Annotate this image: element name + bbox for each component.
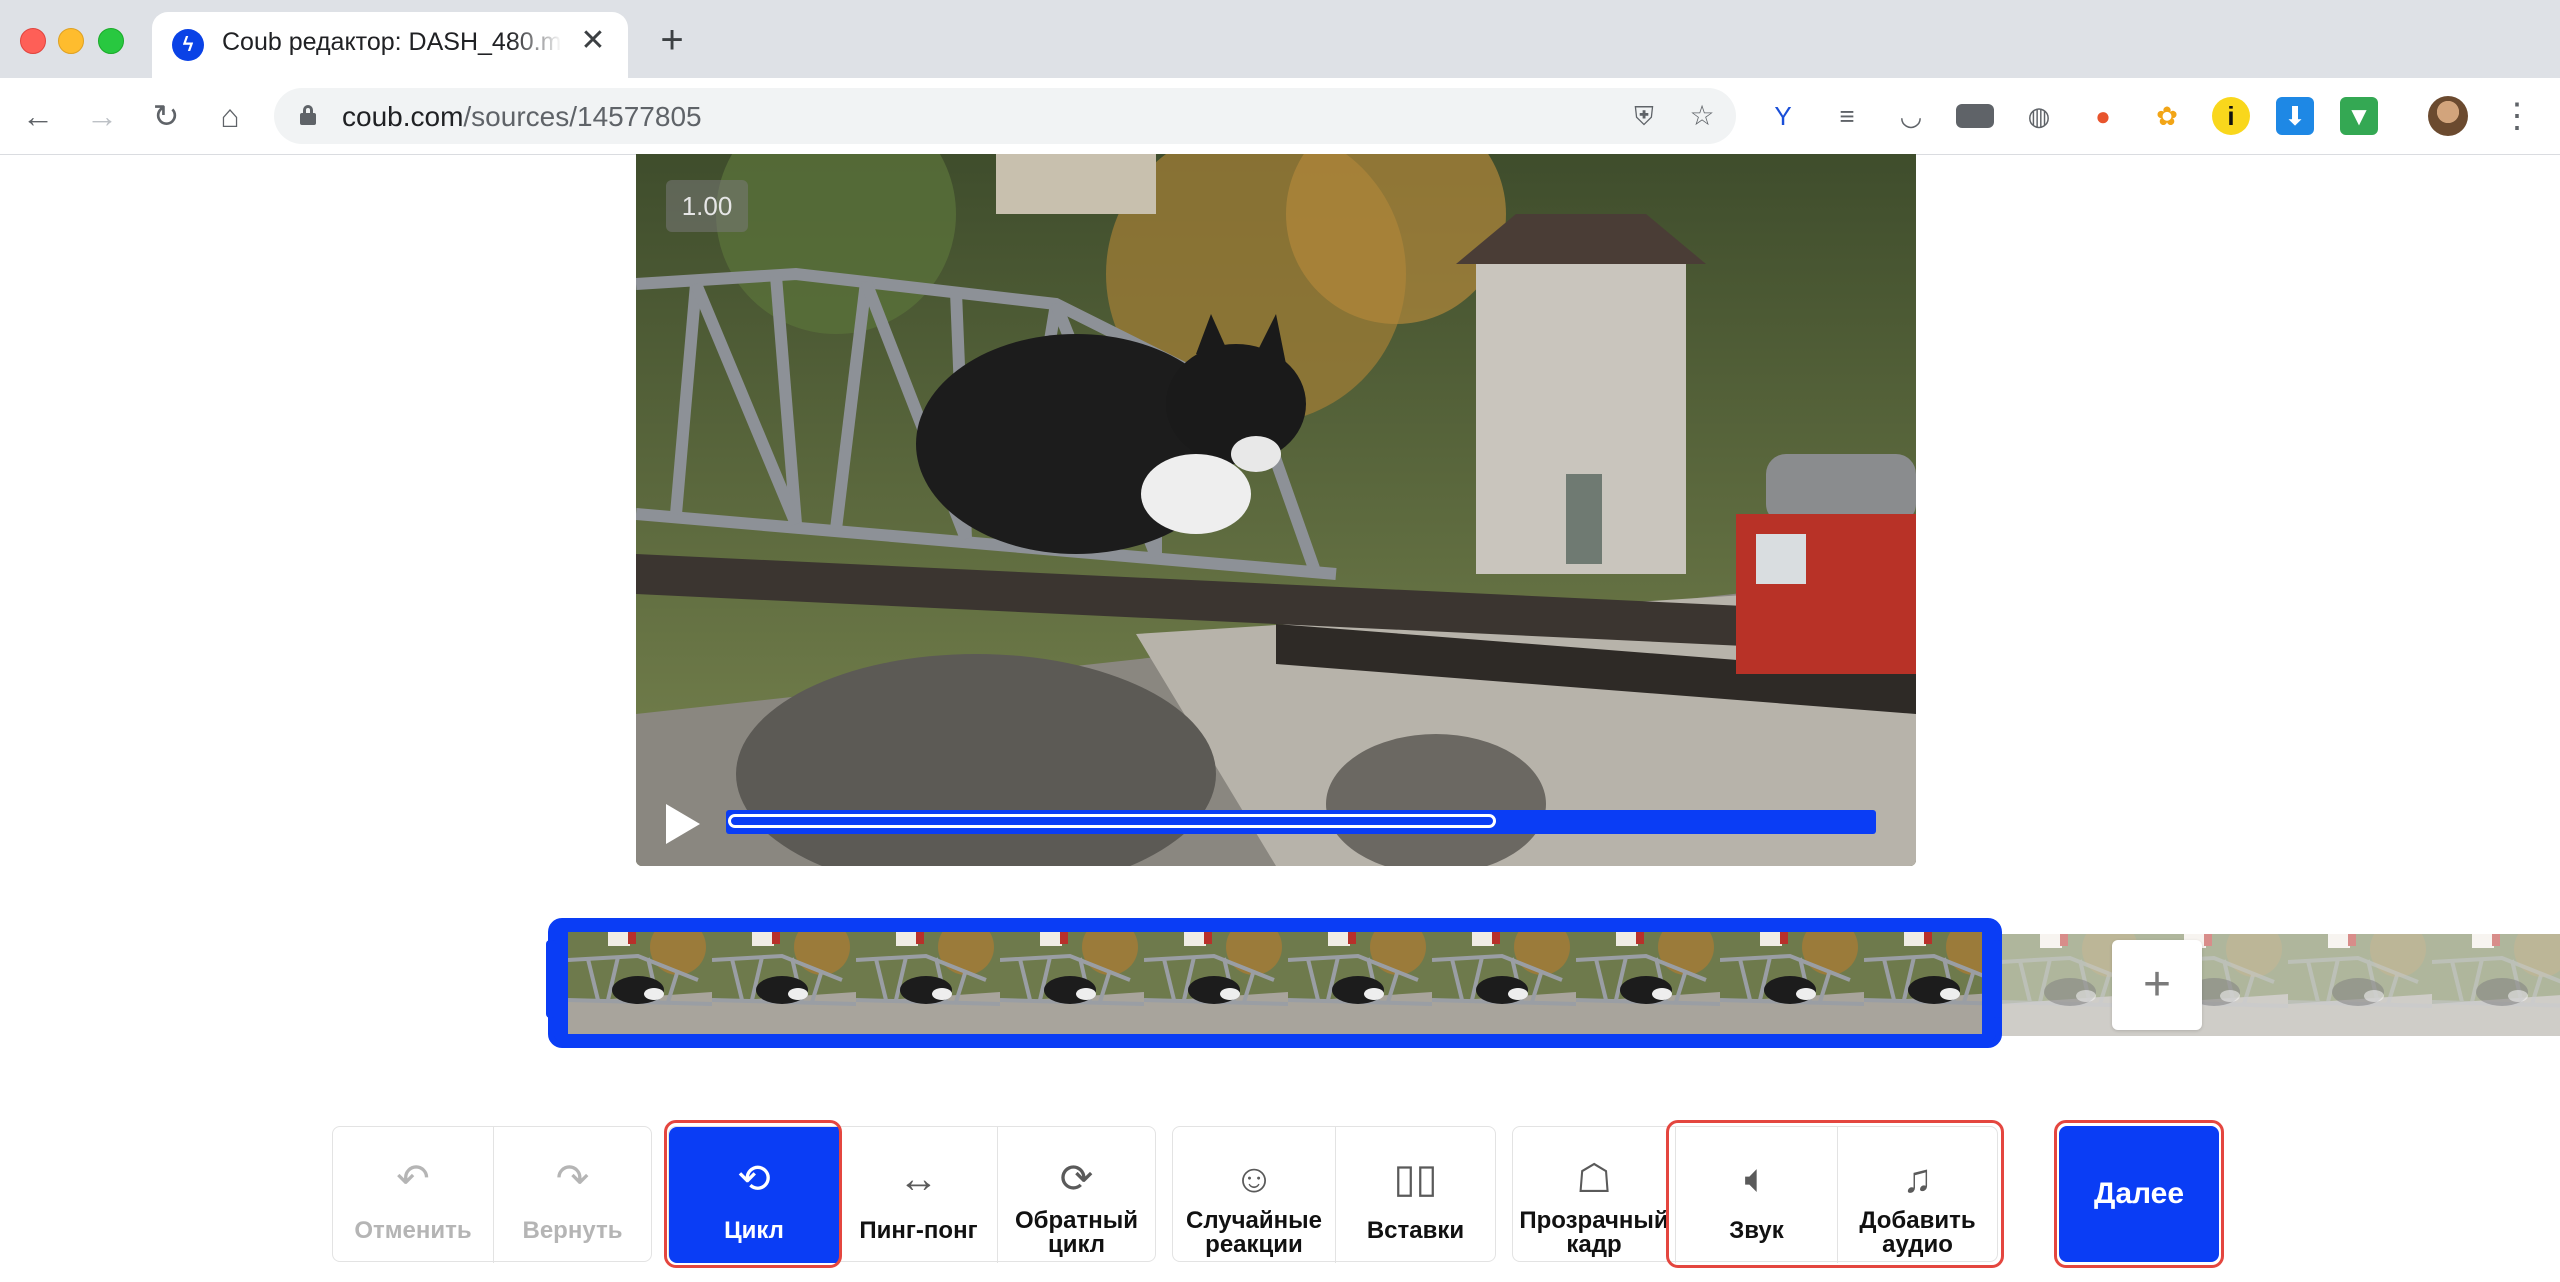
media-group: ☖ Прозрачный кадр 🔈︎ Звук ♫ Добавить ауд… xyxy=(1512,1126,1998,1263)
undo-button[interactable]: ↶ Отменить xyxy=(333,1127,493,1263)
history-group: ↶ Отменить ↷ Вернуть xyxy=(332,1126,652,1263)
back-arrow-icon[interactable]: ← xyxy=(18,96,58,136)
window-maximize-button[interactable] xyxy=(98,28,124,54)
extension-y-icon[interactable]: Y xyxy=(1764,97,1802,135)
lock-icon[interactable] xyxy=(300,105,316,125)
tab-title: Coub редактор: DASH_480.mp4 xyxy=(222,28,562,56)
extension-lines-icon[interactable]: ≡ xyxy=(1828,97,1866,135)
redo-button[interactable]: ↷ Вернуть xyxy=(493,1127,651,1263)
forward-arrow-icon[interactable]: → xyxy=(82,96,122,136)
random-reactions-button[interactable]: ☺ Случайные реакции xyxy=(1173,1127,1335,1263)
trim-progress-bar[interactable] xyxy=(726,810,1876,834)
menu-kebab-icon[interactable]: ⋮ xyxy=(2500,96,2534,136)
filmstrip-frame xyxy=(1576,932,1720,1034)
filmstrip-frame xyxy=(1864,932,1982,1034)
playback-speed-badge: 1.00 xyxy=(666,180,748,232)
filmstrip-frame xyxy=(1144,932,1288,1034)
loop-mode-group: ⟲ Цикл ↔ Пинг-понг ⟳ Обратный цикл xyxy=(668,1126,1156,1263)
shield-blocked-icon[interactable]: ⛨ xyxy=(1628,100,1660,132)
filmstrip-frame xyxy=(1432,932,1576,1034)
filmstrip-frames xyxy=(568,932,1982,1034)
reload-icon[interactable]: ↻ xyxy=(146,96,186,136)
inserts-button[interactable]: ▯▯ Вставки xyxy=(1335,1127,1495,1263)
coub-favicon-icon: ϟ xyxy=(172,29,204,61)
filmstrip-frame xyxy=(712,932,856,1034)
filmstrip-frame xyxy=(1720,932,1864,1034)
trim-handle-right[interactable] xyxy=(1992,940,2002,1018)
pingpong-arrows-icon: ↔ xyxy=(898,1157,939,1201)
browser-toolbar: ← → ↻ ⌂ coub.com/sources/14577805 ⛨ ☆ Y … xyxy=(0,78,2560,155)
extension-ticket-icon[interactable]: ▼ xyxy=(2340,97,2378,135)
filmstrip-selection[interactable] xyxy=(548,918,2002,1048)
speaker-icon: 🔈︎ xyxy=(1744,1157,1769,1201)
new-tab-button[interactable]: + xyxy=(652,20,692,60)
pingpong-button[interactable]: ↔ Пинг-понг xyxy=(839,1127,997,1263)
extension-i-icon[interactable]: i xyxy=(2212,97,2250,135)
extension-paw-icon[interactable]: ✿ xyxy=(2148,97,2186,135)
reverse-loop-icon: ⟳ xyxy=(1059,1157,1094,1201)
add-clip-button[interactable]: + xyxy=(2112,940,2202,1030)
loop-icon: ⟲ xyxy=(737,1157,771,1201)
inserts-icon: ▯▯ xyxy=(1393,1157,1438,1201)
sound-button[interactable]: 🔈︎ Звук xyxy=(1675,1127,1837,1263)
window-minimize-button[interactable] xyxy=(58,28,84,54)
transparent-frame-button[interactable]: ☖ Прозрачный кадр xyxy=(1513,1127,1675,1263)
globe-icon[interactable]: ◍ xyxy=(2020,97,2058,135)
video-player[interactable]: 1.00 xyxy=(636,154,1916,866)
trim-handle-left[interactable] xyxy=(546,940,556,1018)
add-audio-button[interactable]: ♫ Добавить аудио xyxy=(1837,1127,1997,1263)
download-icon[interactable]: ⬇ xyxy=(2276,97,2314,135)
window-close-button[interactable] xyxy=(20,28,46,54)
filmstrip-frame xyxy=(1288,932,1432,1034)
home-icon[interactable]: ⌂ xyxy=(210,96,250,136)
extension-flag-icon[interactable] xyxy=(1956,104,1994,128)
loop-button[interactable]: ⟲ Цикл xyxy=(669,1127,839,1263)
progress-fill[interactable] xyxy=(728,814,1496,828)
smile-face-icon: ☺ xyxy=(1233,1157,1275,1201)
profile-avatar[interactable] xyxy=(2428,96,2468,136)
extras-group: ☺ Случайные реакции ▯▯ Вставки xyxy=(1172,1126,1496,1263)
ghost-icon: ☖ xyxy=(1576,1157,1612,1201)
filmstrip-fade-overlay xyxy=(2002,934,2560,1036)
address-bar[interactable]: coub.com/sources/14577805 ⛨ ☆ xyxy=(274,88,1736,144)
video-frame-image xyxy=(636,154,1916,866)
filmstrip-frame xyxy=(856,932,1000,1034)
browser-tab[interactable]: ϟ Coub редактор: DASH_480.mp4 ✕ xyxy=(152,12,628,78)
reverse-loop-button[interactable]: ⟳ Обратный цикл xyxy=(997,1127,1155,1263)
play-icon[interactable] xyxy=(666,804,700,844)
undo-icon: ↶ xyxy=(396,1157,430,1201)
browser-titlebar: ϟ Coub редактор: DASH_480.mp4 ✕ + xyxy=(0,0,2560,78)
redo-icon: ↷ xyxy=(555,1157,590,1201)
next-button[interactable]: Далее xyxy=(2059,1126,2219,1262)
tab-close-icon[interactable]: ✕ xyxy=(578,26,608,56)
extension-record-icon[interactable]: ● xyxy=(2084,97,2122,135)
filmstrip-frame xyxy=(1000,932,1144,1034)
filmstrip-frame xyxy=(568,932,712,1034)
url-text[interactable]: coub.com/sources/14577805 xyxy=(342,101,702,133)
bookmark-star-icon[interactable]: ☆ xyxy=(1686,100,1718,132)
music-note-icon: ♫ xyxy=(1902,1157,1933,1201)
pocket-icon[interactable]: ◡ xyxy=(1892,97,1930,135)
